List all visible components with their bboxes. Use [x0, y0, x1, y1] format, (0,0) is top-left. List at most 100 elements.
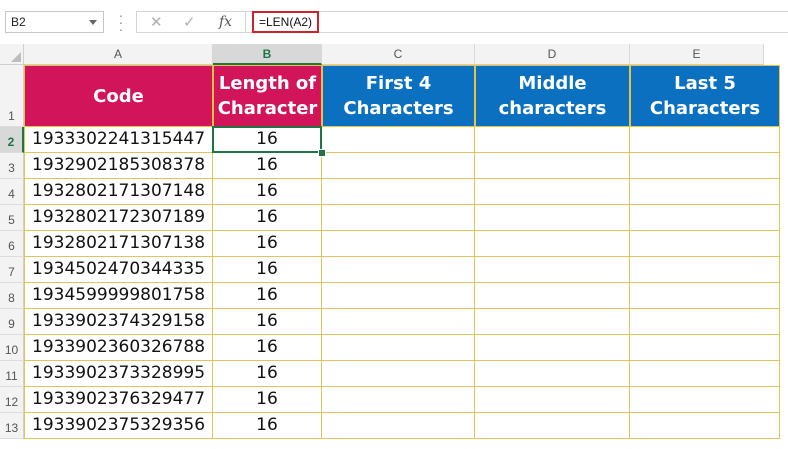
- cell-a3[interactable]: 1932902185308378: [24, 153, 213, 179]
- cell-a2[interactable]: 1933302241315447: [24, 127, 213, 153]
- column-header-a[interactable]: A: [24, 44, 213, 65]
- row-header-8[interactable]: 8: [0, 283, 24, 309]
- cell-c8[interactable]: [322, 283, 475, 309]
- cell-c7[interactable]: [322, 257, 475, 283]
- cell-e6[interactable]: [630, 231, 780, 257]
- cancel-icon[interactable]: ✕: [150, 13, 163, 31]
- row-header-13[interactable]: 13: [0, 413, 24, 439]
- cell-e8[interactable]: [630, 283, 780, 309]
- row-header-5[interactable]: 5: [0, 205, 24, 231]
- formula-text[interactable]: =LEN(A2): [252, 11, 320, 33]
- cell-a5[interactable]: 1932802172307189: [24, 205, 213, 231]
- row-header-6[interactable]: 6: [0, 231, 24, 257]
- cell-d5[interactable]: [475, 205, 630, 231]
- cell-e3[interactable]: [630, 153, 780, 179]
- column-header-e[interactable]: E: [630, 44, 764, 65]
- row-number: 4: [8, 187, 15, 201]
- insert-function-icon[interactable]: fx: [219, 14, 232, 30]
- cell-c4[interactable]: [322, 179, 475, 205]
- cell-e13[interactable]: [630, 413, 780, 439]
- row-header-4[interactable]: 4: [0, 179, 24, 205]
- row-header-9[interactable]: 9: [0, 309, 24, 335]
- header-cell-e[interactable]: Last 5 Characters: [630, 65, 780, 127]
- cell-b10[interactable]: 16: [213, 335, 322, 361]
- row-header-11[interactable]: 11: [0, 361, 24, 387]
- cell-e12[interactable]: [630, 387, 780, 413]
- cell-d10[interactable]: [475, 335, 630, 361]
- cell-d2[interactable]: [475, 127, 630, 153]
- cell-c6[interactable]: [322, 231, 475, 257]
- cell-b8[interactable]: 16: [213, 283, 322, 309]
- cell-a4[interactable]: 1932802171307148: [24, 179, 213, 205]
- cell-d13[interactable]: [475, 413, 630, 439]
- cell-b13[interactable]: 16: [213, 413, 322, 439]
- cell-c10[interactable]: [322, 335, 475, 361]
- cell-c11[interactable]: [322, 361, 475, 387]
- more-options-icon[interactable]: · · ·: [118, 8, 124, 36]
- cell-e2[interactable]: [630, 127, 780, 153]
- cell-e4[interactable]: [630, 179, 780, 205]
- cell-b6[interactable]: 16: [213, 231, 322, 257]
- select-all-corner[interactable]: [0, 44, 24, 65]
- cell-c5[interactable]: [322, 205, 475, 231]
- cell-b4[interactable]: 16: [213, 179, 322, 205]
- cell-e11[interactable]: [630, 361, 780, 387]
- row-header-12[interactable]: 12: [0, 387, 24, 413]
- cell-d6[interactable]: [475, 231, 630, 257]
- cell-d9[interactable]: [475, 309, 630, 335]
- cell-c9[interactable]: [322, 309, 475, 335]
- row-header-7[interactable]: 7: [0, 257, 24, 283]
- formula-input[interactable]: [246, 11, 788, 33]
- cell-d11[interactable]: [475, 361, 630, 387]
- row-number: 5: [8, 213, 15, 227]
- header-cell-c[interactable]: First 4 Characters: [322, 65, 475, 127]
- enter-icon[interactable]: ✓: [183, 13, 196, 31]
- row-number: 6: [8, 239, 15, 253]
- fill-handle[interactable]: [318, 149, 326, 157]
- cell-d4[interactable]: [475, 179, 630, 205]
- row-header-3[interactable]: 3: [0, 153, 24, 179]
- formula-bar: B2 · · · ✕ ✓ fx =LEN(A2): [0, 0, 788, 42]
- header-cell-d[interactable]: Middle characters: [475, 65, 630, 127]
- row-header-10[interactable]: 10: [0, 335, 24, 361]
- cell-a7[interactable]: 1934502470344335: [24, 257, 213, 283]
- cell-e10[interactable]: [630, 335, 780, 361]
- cell-a8[interactable]: 1934599999801758: [24, 283, 213, 309]
- cell-a10[interactable]: 1933902360326788: [24, 335, 213, 361]
- cell-a6[interactable]: 1932802171307138: [24, 231, 213, 257]
- cell-a13[interactable]: 1933902375329356: [24, 413, 213, 439]
- cell-e5[interactable]: [630, 205, 780, 231]
- cell-c12[interactable]: [322, 387, 475, 413]
- cell-b9[interactable]: 16: [213, 309, 322, 335]
- row-number: 2: [7, 135, 15, 149]
- cell-b11[interactable]: 16: [213, 361, 322, 387]
- cell-c2[interactable]: [322, 127, 475, 153]
- column-header-b[interactable]: B: [213, 44, 322, 65]
- cell-a12[interactable]: 1933902376329477: [24, 387, 213, 413]
- cell-e7[interactable]: [630, 257, 780, 283]
- cell-d8[interactable]: [475, 283, 630, 309]
- cell-d7[interactable]: [475, 257, 630, 283]
- cell-b5[interactable]: 16: [213, 205, 322, 231]
- header-cell-b[interactable]: Length of Character: [213, 65, 322, 127]
- column-header-c[interactable]: C: [322, 44, 475, 65]
- cell-a11[interactable]: 1933902373328995: [24, 361, 213, 387]
- name-box[interactable]: B2: [5, 11, 104, 33]
- row-header-2[interactable]: 2: [0, 127, 24, 153]
- cell-c3[interactable]: [322, 153, 475, 179]
- cell-b3[interactable]: 16: [213, 153, 322, 179]
- chevron-down-icon[interactable]: [89, 20, 97, 25]
- cell-b7[interactable]: 16: [213, 257, 322, 283]
- header-cell-a[interactable]: Code: [24, 65, 213, 127]
- cell-c13[interactable]: [322, 413, 475, 439]
- cell-b12[interactable]: 16: [213, 387, 322, 413]
- cell-d12[interactable]: [475, 387, 630, 413]
- column-header-d[interactable]: D: [475, 44, 630, 65]
- row-number: 3: [8, 161, 15, 175]
- row-number: 8: [8, 291, 15, 305]
- row-header-1[interactable]: 1: [0, 65, 24, 127]
- formula-buttons: ✕ ✓ fx: [136, 11, 246, 33]
- cell-a9[interactable]: 1933902374329158: [24, 309, 213, 335]
- cell-e9[interactable]: [630, 309, 780, 335]
- cell-d3[interactable]: [475, 153, 630, 179]
